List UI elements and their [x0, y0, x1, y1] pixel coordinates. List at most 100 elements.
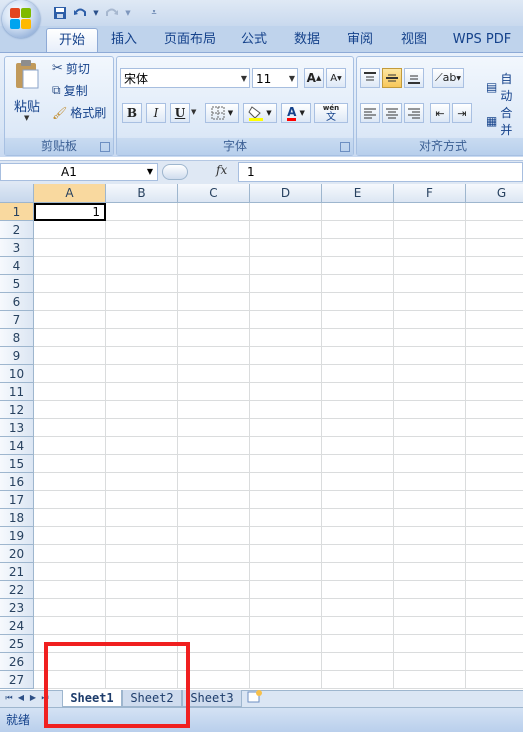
cell-e1[interactable] [322, 203, 394, 221]
row-header-27[interactable]: 27 [0, 671, 34, 689]
cell-d16[interactable] [250, 473, 322, 491]
cell-g5[interactable] [466, 275, 523, 293]
undo-icon[interactable] [72, 5, 88, 21]
chevron-down-icon[interactable]: ▼ [147, 164, 153, 180]
cell-g7[interactable] [466, 311, 523, 329]
cell-g22[interactable] [466, 581, 523, 599]
cell-f27[interactable] [394, 671, 466, 689]
cell-f7[interactable] [394, 311, 466, 329]
wrap-text-button[interactable]: ▤ 自动 [486, 70, 523, 104]
cell-e2[interactable] [322, 221, 394, 239]
cell-f18[interactable] [394, 509, 466, 527]
cell-d9[interactable] [250, 347, 322, 365]
cell-c1[interactable] [178, 203, 250, 221]
cell-b1[interactable] [106, 203, 178, 221]
cell-e26[interactable] [322, 653, 394, 671]
cell-c19[interactable] [178, 527, 250, 545]
cell-g15[interactable] [466, 455, 523, 473]
cell-e8[interactable] [322, 329, 394, 347]
next-sheet-icon[interactable]: ▶ [28, 692, 38, 704]
row-header-4[interactable]: 4 [0, 257, 34, 275]
cell-a6[interactable] [34, 293, 106, 311]
cell-d20[interactable] [250, 545, 322, 563]
cell-b21[interactable] [106, 563, 178, 581]
cell-c17[interactable] [178, 491, 250, 509]
row-header-24[interactable]: 24 [0, 617, 34, 635]
cell-d24[interactable] [250, 617, 322, 635]
column-header-g[interactable]: G [466, 184, 523, 203]
name-box[interactable]: A1 ▼ [0, 163, 158, 181]
cell-f9[interactable] [394, 347, 466, 365]
cell-g19[interactable] [466, 527, 523, 545]
cell-d10[interactable] [250, 365, 322, 383]
cell-c12[interactable] [178, 401, 250, 419]
cell-c18[interactable] [178, 509, 250, 527]
cell-a24[interactable] [34, 617, 106, 635]
cell-a7[interactable] [34, 311, 106, 329]
row-header-18[interactable]: 18 [0, 509, 34, 527]
cell-f4[interactable] [394, 257, 466, 275]
cell-b7[interactable] [106, 311, 178, 329]
cell-g26[interactable] [466, 653, 523, 671]
align-top-button[interactable] [360, 68, 380, 88]
cell-d17[interactable] [250, 491, 322, 509]
cell-f25[interactable] [394, 635, 466, 653]
cell-d7[interactable] [250, 311, 322, 329]
cell-c11[interactable] [178, 383, 250, 401]
tab-view[interactable]: 视图 [396, 28, 432, 52]
cut-button[interactable]: ✂ 剪切 [52, 60, 90, 77]
cell-c21[interactable] [178, 563, 250, 581]
cell-a18[interactable] [34, 509, 106, 527]
cell-a12[interactable] [34, 401, 106, 419]
cell-f2[interactable] [394, 221, 466, 239]
cell-c3[interactable] [178, 239, 250, 257]
cell-g21[interactable] [466, 563, 523, 581]
cell-e15[interactable] [322, 455, 394, 473]
cell-e16[interactable] [322, 473, 394, 491]
cell-f24[interactable] [394, 617, 466, 635]
cell-b19[interactable] [106, 527, 178, 545]
cell-f11[interactable] [394, 383, 466, 401]
bold-button[interactable]: B [122, 103, 142, 123]
cell-a9[interactable] [34, 347, 106, 365]
underline-button[interactable]: U [170, 103, 190, 123]
cell-g3[interactable] [466, 239, 523, 257]
cell-b12[interactable] [106, 401, 178, 419]
cell-c22[interactable] [178, 581, 250, 599]
cell-c6[interactable] [178, 293, 250, 311]
row-header-5[interactable]: 5 [0, 275, 34, 293]
cell-g11[interactable] [466, 383, 523, 401]
select-all-button[interactable] [0, 184, 34, 203]
row-header-23[interactable]: 23 [0, 599, 34, 617]
cell-e20[interactable] [322, 545, 394, 563]
tab-page-layout[interactable]: 页面布局 [160, 28, 220, 52]
row-header-11[interactable]: 11 [0, 383, 34, 401]
cell-a2[interactable] [34, 221, 106, 239]
font-name-select[interactable]: 宋体 ▼ [120, 68, 250, 88]
cell-e24[interactable] [322, 617, 394, 635]
cell-a20[interactable] [34, 545, 106, 563]
cell-f12[interactable] [394, 401, 466, 419]
cell-f23[interactable] [394, 599, 466, 617]
cell-c7[interactable] [178, 311, 250, 329]
copy-button[interactable]: ⧉ 复制 [52, 82, 88, 99]
cell-f17[interactable] [394, 491, 466, 509]
cell-a17[interactable] [34, 491, 106, 509]
cell-c24[interactable] [178, 617, 250, 635]
row-header-26[interactable]: 26 [0, 653, 34, 671]
cell-g12[interactable] [466, 401, 523, 419]
cell-e22[interactable] [322, 581, 394, 599]
cell-f15[interactable] [394, 455, 466, 473]
cell-g6[interactable] [466, 293, 523, 311]
cell-b13[interactable] [106, 419, 178, 437]
cell-b6[interactable] [106, 293, 178, 311]
cell-e18[interactable] [322, 509, 394, 527]
cell-g2[interactable] [466, 221, 523, 239]
cell-a11[interactable] [34, 383, 106, 401]
redo-dropdown-icon[interactable]: ▼ [120, 5, 136, 21]
cell-a16[interactable] [34, 473, 106, 491]
cell-f8[interactable] [394, 329, 466, 347]
row-header-6[interactable]: 6 [0, 293, 34, 311]
cell-b5[interactable] [106, 275, 178, 293]
borders-button[interactable]: ▼ [205, 103, 239, 123]
